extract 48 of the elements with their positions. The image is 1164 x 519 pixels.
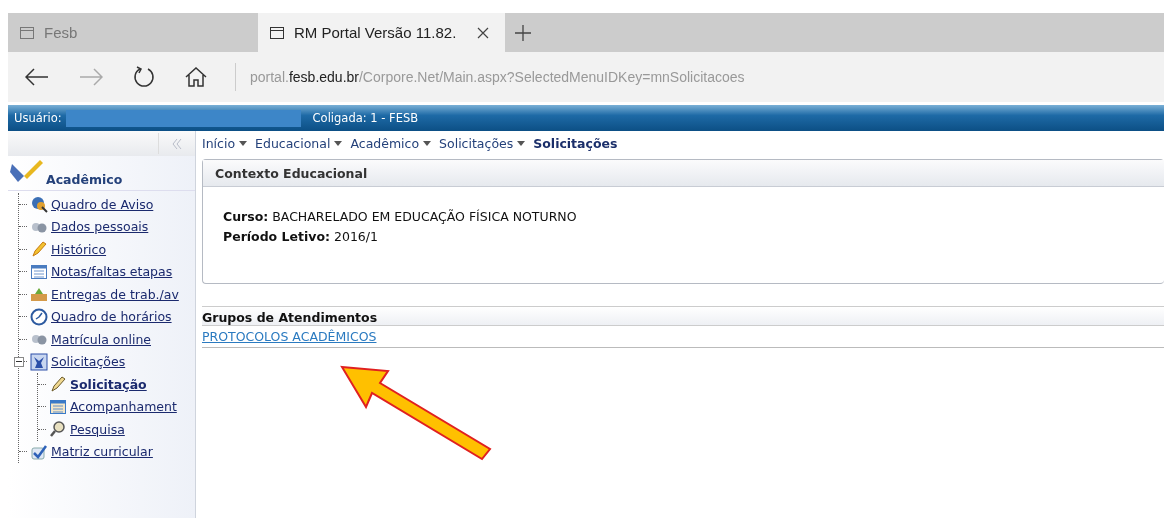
close-icon[interactable] [477,26,489,39]
address-bar[interactable]: portal.fesb.edu.br/Corpore.Net/Main.aspx?SelectedMenuIDKey=mnSolicitacoes [250,69,745,85]
home-icon[interactable] [185,67,207,87]
menu-link[interactable]: Solicitações [51,354,126,370]
collapse-toggle[interactable] [14,356,24,367]
pencil-icon [30,240,48,259]
breadcrumb-link[interactable]: Acadêmico [350,136,420,151]
figure-icon [30,352,48,371]
window-icon [20,26,34,39]
menu-link[interactable]: Solicitação [70,376,147,392]
menu-link[interactable]: Histórico [51,241,107,257]
back-icon[interactable] [25,68,49,86]
panel-title: Contexto Educacional [215,165,368,181]
new-tab-icon[interactable] [515,24,531,41]
caret-icon[interactable] [423,141,432,146]
breadcrumb-link[interactable]: Educacional [255,136,331,151]
refresh-icon[interactable] [133,66,155,88]
menu-link[interactable]: Matriz curricular [51,444,153,460]
group-title: Grupos de Atendimentos [202,310,378,325]
menu-link[interactable]: Entregas de trab./av [51,286,179,302]
menu-link[interactable]: Pesquisa [70,421,125,437]
tab-title: Fesb [44,24,78,41]
menu-link[interactable]: Notas/faltas etapas [51,264,173,280]
tab-title: RM Portal Versão 11.82. [294,24,457,41]
group-link[interactable]: PROTOCOLOS ACADÊMICOS [202,329,377,344]
section-title: Acadêmico [46,172,123,187]
menu-link[interactable]: Dados pessoais [51,219,149,235]
user-label: Usuário: [13,111,62,125]
calendar-icon [49,397,67,416]
field-text: Período Letivo: 2016/1 [223,228,379,246]
caret-icon[interactable] [517,141,526,146]
window-icon [270,26,284,39]
clock-icon [30,307,48,326]
breadcrumb-link[interactable]: Início [202,136,236,151]
caret-icon[interactable] [239,141,248,146]
pen-icon [49,375,67,394]
table-icon [30,262,48,281]
company-label: Coligada: 1 - FESB [311,111,419,125]
menu-link[interactable]: Matrícula online [51,331,151,347]
breadcrumb-link[interactable]: Solicitações [439,136,514,151]
menu-link[interactable]: Quadro de horários [51,309,172,325]
magnifier-icon [49,420,67,439]
menu-link[interactable]: Quadro de Aviso [51,196,154,212]
caret-icon[interactable] [334,141,343,146]
menu-link[interactable]: Acompanhament [70,399,177,415]
breadcrumb-link[interactable]: Solicitações [533,136,618,151]
browser-tab[interactable]: RM Portal Versão 11.82. [258,13,505,52]
field-text: Curso: BACHARELADO EM EDUCAÇÃO FÍSICA NOTURNO [223,208,578,226]
